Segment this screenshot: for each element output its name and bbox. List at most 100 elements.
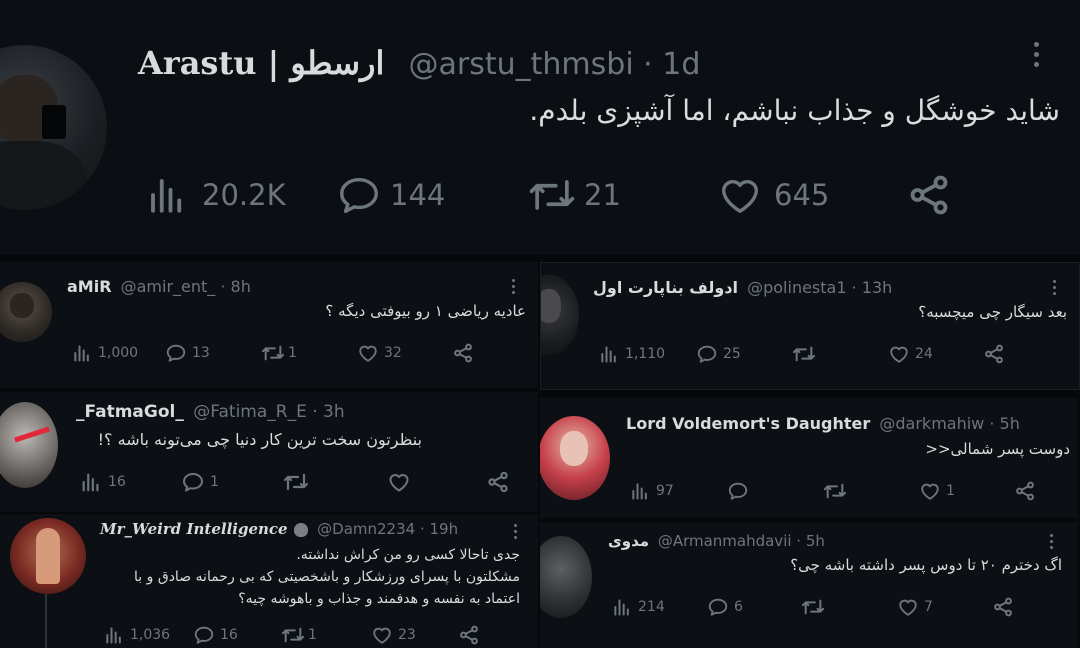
reply-avatar-4[interactable]: [540, 416, 610, 500]
reply-author-handle-4[interactable]: @darkmahiw · 5h: [879, 414, 1019, 433]
reply-retweet-5[interactable]: 1: [280, 624, 370, 646]
reply-views-1[interactable]: 1,000: [72, 342, 164, 364]
alien-icon: [294, 522, 309, 537]
main-retweet[interactable]: 21: [526, 172, 716, 218]
reply-text-1: عادیه ریاضی ۱ رو بیوفتی دیگه ؟: [325, 302, 526, 320]
reply-views-2[interactable]: 1,110: [599, 343, 695, 365]
main-more-icon[interactable]: [1034, 42, 1039, 72]
main-tweet[interactable]: Arastu | ارسطو @arstu_thmsbi · 1d شاید خ…: [0, 0, 1080, 255]
share-icon: [994, 597, 1012, 617]
reply-avatar-5[interactable]: [10, 518, 86, 594]
reply-text-5-line-1: جدی تاحالا کسی رو من کراش نداشته.: [296, 547, 520, 563]
reply-text-6: اگ دخترم ۲۰ تا دوس پسر داشته باشه چی؟: [790, 556, 1062, 574]
main-reply[interactable]: 144: [336, 172, 526, 218]
reply-text-4: دوست پسر شمالی<<: [925, 440, 1070, 458]
reply-card-2[interactable]: ادولف بناپارت اول @polinesta1 · 13h بعد …: [540, 262, 1080, 390]
reply-reply-count-6: 6: [734, 599, 743, 615]
reply-actions-5: 1,036 16 1 23: [104, 624, 480, 646]
reply-retweet-1[interactable]: 1: [260, 342, 356, 364]
reply-share-6[interactable]: [992, 596, 1014, 618]
reply-reply-2[interactable]: 25: [695, 343, 791, 365]
reply-card-4[interactable]: Lord Voldemort's Daughter @darkmahiw · 5…: [540, 398, 1078, 518]
reply-more-icon-6[interactable]: [1050, 534, 1053, 552]
main-author-name[interactable]: Arastu | ارسطو: [138, 44, 384, 82]
share-icon: [910, 175, 948, 215]
reply-views-4[interactable]: 97: [630, 480, 726, 502]
retweet-icon: [823, 483, 847, 499]
reply-share-4[interactable]: [1014, 480, 1036, 502]
reply-share-5[interactable]: [458, 624, 480, 646]
reply-author-handle-2[interactable]: @polinesta1 · 13h: [747, 278, 892, 297]
main-actions: 20.2K 144 21 645: [146, 172, 952, 218]
bar-chart-icon: [614, 599, 629, 616]
main-author-handle[interactable]: @arstu_thmsbi · 1d: [409, 47, 701, 82]
reply-author-name-3[interactable]: _FatmaGol_: [76, 402, 184, 422]
reply-author-name-6[interactable]: مدوی: [608, 532, 649, 550]
reply-share-3[interactable]: [486, 470, 510, 494]
reply-actions-2: 1,110 25 24: [599, 343, 1005, 365]
reply-reply-3[interactable]: 1: [180, 470, 282, 494]
comment-icon: [166, 344, 186, 362]
reply-like-5[interactable]: 23: [370, 624, 458, 646]
reply-reply-1[interactable]: 13: [164, 342, 260, 364]
reply-retweet-6[interactable]: [800, 596, 896, 618]
reply-avatar-2[interactable]: [541, 275, 579, 355]
reply-views-5[interactable]: 1,036: [104, 624, 192, 646]
reply-retweet-2[interactable]: [791, 343, 887, 365]
reply-views-count-6: 214: [638, 599, 665, 615]
reply-reply-4[interactable]: [726, 480, 822, 502]
reply-like-3[interactable]: [386, 470, 486, 494]
reply-card-5[interactable]: Mr_Weird Intelligence @Damn2234 · 19h جد…: [0, 514, 538, 648]
heart-icon: [389, 474, 409, 492]
reply-author-handle-3[interactable]: @Fatima_R_E · 3h: [193, 402, 344, 422]
retweet-icon: [261, 345, 285, 361]
heart-icon: [721, 180, 759, 214]
reply-like-1[interactable]: 32: [356, 342, 452, 364]
reply-author-handle-1[interactable]: @amir_ent_ · 8h: [121, 277, 251, 296]
main-views[interactable]: 20.2K: [146, 172, 336, 218]
comment-icon: [728, 482, 748, 500]
reply-header-6: مدوی @Armanmahdavii · 5h: [608, 532, 825, 550]
main-share[interactable]: [906, 172, 952, 218]
reply-actions-3: 16 1: [80, 470, 510, 494]
heart-icon: [890, 346, 908, 363]
reply-text-2: بعد سیگار چی میچسبه؟: [918, 303, 1067, 321]
reply-more-icon-5[interactable]: [514, 524, 517, 542]
reply-views-3[interactable]: 16: [80, 470, 180, 494]
heart-icon: [373, 627, 391, 644]
reply-author-name-1[interactable]: aMiR: [67, 277, 112, 296]
reply-reply-count-5: 16: [220, 627, 238, 643]
reply-like-6[interactable]: 7: [896, 596, 992, 618]
avatar-face: [10, 292, 34, 318]
avatar-body: [0, 140, 88, 210]
reply-header-4: Lord Voldemort's Daughter @darkmahiw · 5…: [626, 414, 1020, 433]
reply-author-name-4[interactable]: Lord Voldemort's Daughter: [626, 414, 870, 433]
main-like[interactable]: 645: [716, 172, 906, 218]
reply-share-1[interactable]: [452, 342, 474, 364]
main-tweet-text: شاید خوشگل و جذاب نباشم، اما آشپزی بلدم.: [529, 94, 1060, 127]
comment-icon: [697, 345, 717, 363]
reply-retweet-4[interactable]: [822, 480, 918, 502]
reply-avatar-6[interactable]: [540, 536, 592, 618]
reply-card-1[interactable]: aMiR @amir_ent_ · 8h عادیه ریاضی ۱ رو بی…: [0, 262, 538, 388]
reply-reply-6[interactable]: 6: [706, 596, 800, 618]
reply-author-name-2[interactable]: ادولف بناپارت اول: [593, 278, 738, 297]
main-avatar[interactable]: [0, 45, 107, 210]
reply-avatar-1[interactable]: [0, 282, 52, 342]
reply-retweet-3[interactable]: [282, 470, 386, 494]
reply-author-handle-5[interactable]: @Damn2234 · 19h: [317, 520, 458, 538]
reply-more-icon-1[interactable]: [512, 279, 515, 297]
reply-card-3[interactable]: _FatmaGol_ @Fatima_R_E · 3h بنظرتون سخت …: [0, 392, 538, 512]
reply-views-6[interactable]: 214: [612, 596, 706, 618]
reply-like-4[interactable]: 1: [918, 480, 1014, 502]
reply-views-count-3: 16: [108, 474, 126, 490]
reply-more-icon-2[interactable]: [1053, 280, 1056, 298]
reply-author-handle-6[interactable]: @Armanmahdavii · 5h: [658, 532, 825, 550]
reply-share-2[interactable]: [983, 343, 1005, 365]
reply-like-2[interactable]: 24: [887, 343, 983, 365]
share-icon: [985, 344, 1003, 364]
reply-card-6[interactable]: مدوی @Armanmahdavii · 5h اگ دخترم ۲۰ تا …: [540, 522, 1078, 648]
comment-icon: [340, 177, 378, 214]
reply-author-name-5[interactable]: Mr_Weird Intelligence: [100, 520, 288, 538]
reply-reply-5[interactable]: 16: [192, 624, 280, 646]
